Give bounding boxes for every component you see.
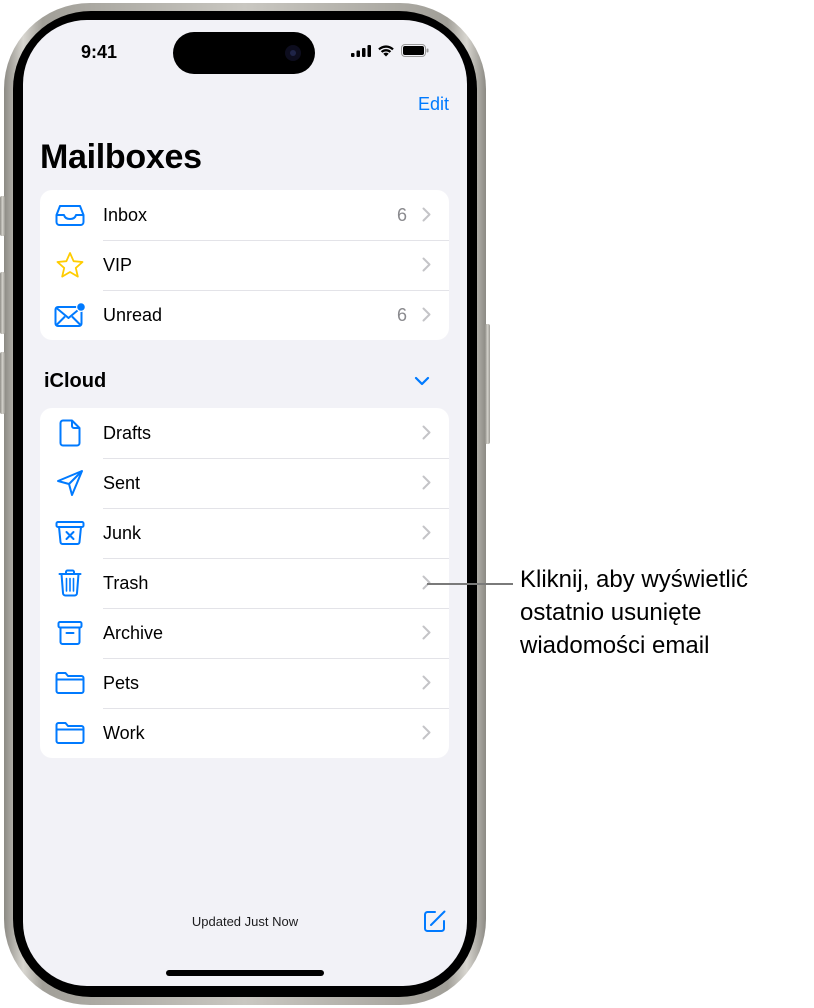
mailbox-drafts[interactable]: Drafts bbox=[40, 408, 449, 458]
chevron-right-icon bbox=[422, 725, 431, 740]
edit-button[interactable]: Edit bbox=[418, 94, 449, 115]
folder-icon bbox=[54, 669, 86, 697]
status-icons bbox=[351, 44, 429, 57]
junk-bin-icon bbox=[54, 519, 86, 547]
folder-icon bbox=[54, 719, 86, 747]
update-status: Updated Just Now bbox=[191, 914, 299, 929]
mail-screen: 9:41 Edit Mailboxes Inbox 6 VIP Unread 6… bbox=[23, 20, 467, 986]
icloud-section-header[interactable]: iCloud bbox=[44, 370, 106, 393]
mailbox-inbox[interactable]: Inbox 6 bbox=[40, 190, 449, 240]
chevron-right-icon bbox=[422, 425, 431, 440]
page-title: Mailboxes bbox=[40, 138, 202, 176]
mailbox-label: Junk bbox=[103, 522, 142, 543]
unread-envelope-icon bbox=[54, 301, 86, 329]
action-button bbox=[0, 196, 5, 236]
mailbox-vip[interactable]: VIP bbox=[40, 240, 449, 290]
chevron-right-icon bbox=[422, 675, 431, 690]
chevron-right-icon bbox=[422, 207, 431, 222]
mailbox-trash[interactable]: Trash bbox=[40, 558, 449, 608]
archive-box-icon bbox=[54, 619, 86, 647]
chevron-right-icon bbox=[422, 257, 431, 272]
camera-icon bbox=[285, 45, 301, 61]
mailbox-junk[interactable]: Junk bbox=[40, 508, 449, 558]
mailbox-unread[interactable]: Unread 6 bbox=[40, 290, 449, 340]
volume-up-button bbox=[0, 272, 5, 334]
mailbox-label: Pets bbox=[103, 672, 140, 693]
chevron-right-icon bbox=[422, 475, 431, 490]
mailbox-sent[interactable]: Sent bbox=[40, 458, 449, 508]
mailbox-work[interactable]: Work bbox=[40, 708, 449, 758]
callout-line: wiadomości email bbox=[520, 632, 710, 659]
mailbox-label: Inbox bbox=[103, 204, 148, 225]
paper-plane-icon bbox=[54, 469, 86, 497]
favorites-list: Inbox 6 VIP Unread 6 bbox=[40, 190, 449, 340]
chevron-down-icon[interactable] bbox=[414, 376, 430, 386]
mailbox-label: VIP bbox=[103, 254, 133, 275]
mailbox-pets[interactable]: Pets bbox=[40, 658, 449, 708]
wifi-icon bbox=[378, 45, 394, 57]
chevron-right-icon bbox=[422, 525, 431, 540]
mailbox-label: Sent bbox=[103, 472, 141, 493]
chevron-right-icon bbox=[422, 625, 431, 640]
mailbox-label: Trash bbox=[103, 572, 149, 593]
cellular-signal-icon bbox=[351, 44, 371, 57]
chevron-right-icon bbox=[422, 307, 431, 322]
document-icon bbox=[54, 419, 86, 447]
mailbox-archive[interactable]: Archive bbox=[40, 608, 449, 658]
status-time: 9:41 bbox=[81, 42, 118, 62]
dynamic-island bbox=[173, 32, 315, 74]
unread-count: 6 bbox=[396, 304, 407, 325]
callout-leader-line bbox=[427, 583, 513, 585]
mailbox-label: Drafts bbox=[103, 422, 152, 443]
unread-count: 6 bbox=[396, 204, 407, 225]
power-button bbox=[485, 324, 490, 444]
star-icon bbox=[54, 251, 86, 279]
inbox-tray-icon bbox=[54, 201, 86, 229]
mailbox-label: Unread bbox=[103, 304, 163, 325]
home-indicator bbox=[166, 970, 324, 976]
mailbox-label: Work bbox=[103, 722, 145, 743]
callout-line: ostatnio usunięte bbox=[520, 599, 702, 626]
trash-icon bbox=[54, 569, 86, 597]
battery-icon bbox=[401, 44, 429, 57]
compose-icon[interactable] bbox=[423, 909, 447, 933]
callout-text: Kliknij, aby wyświetlić ostatnio usunięt… bbox=[520, 563, 814, 662]
mailbox-label: Archive bbox=[103, 622, 164, 643]
volume-down-button bbox=[0, 352, 5, 414]
icloud-mailbox-list: Drafts Sent Junk Trash Archive Pets Work bbox=[40, 408, 449, 758]
callout-line: Kliknij, aby wyświetlić bbox=[520, 566, 749, 593]
